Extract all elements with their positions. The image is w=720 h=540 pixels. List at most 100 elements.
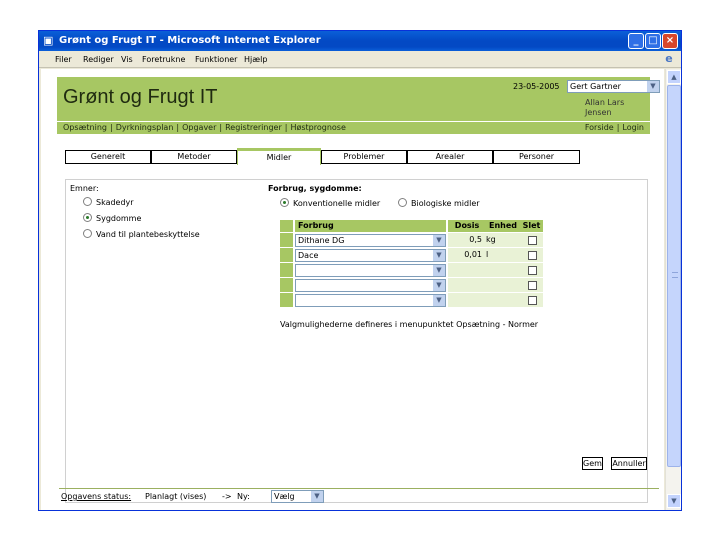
forbrug-option-biologiske[interactable]: Biologiske midler bbox=[398, 198, 480, 209]
dose-cell: 0,01 l bbox=[448, 248, 543, 263]
dose-cell bbox=[448, 293, 543, 308]
nav-registreringer[interactable]: Registreringer bbox=[225, 123, 282, 132]
unit-value: kg bbox=[486, 235, 496, 244]
delete-checkbox[interactable] bbox=[528, 266, 537, 275]
nav-separator: | bbox=[284, 123, 288, 132]
row-marker bbox=[280, 233, 293, 248]
chevron-down-icon[interactable]: ▼ bbox=[433, 295, 445, 306]
chevron-down-icon[interactable]: ▼ bbox=[433, 280, 445, 291]
emner-option-vand[interactable]: Vand til plantebeskyttelse bbox=[83, 229, 200, 240]
product-select[interactable]: ▼ bbox=[295, 279, 446, 292]
nav-forside[interactable]: Forside bbox=[585, 123, 614, 132]
dose-value: 0,5 bbox=[469, 235, 482, 244]
menu-bar: Filer Rediger Vis Foretrukne Funktioner … bbox=[39, 51, 681, 68]
product-select[interactable]: ▼ bbox=[295, 264, 446, 277]
delete-checkbox[interactable] bbox=[528, 296, 537, 305]
radio-biologiske[interactable] bbox=[398, 198, 407, 207]
cancel-button[interactable]: Annuller bbox=[611, 457, 647, 470]
tab-midler[interactable]: Midler bbox=[237, 148, 321, 165]
product-select[interactable]: Dithane DG ▼ bbox=[295, 234, 446, 247]
current-date: 23-05-2005 bbox=[513, 82, 560, 91]
grid-header-marker bbox=[280, 220, 293, 232]
tab-problemer[interactable]: Problemer bbox=[321, 150, 407, 164]
user-select-value: Gert Gartner bbox=[570, 82, 621, 91]
nav-hostprognose[interactable]: Høstprognose bbox=[290, 123, 345, 132]
nav-login[interactable]: Login bbox=[622, 123, 644, 132]
chevron-down-icon[interactable]: ▼ bbox=[647, 81, 659, 92]
nav-separator: | bbox=[616, 123, 620, 132]
table-row: ▼ bbox=[280, 293, 543, 308]
title-bar: ▣ Grønt og Frugt IT - Microsoft Internet… bbox=[39, 31, 681, 51]
menu-filer[interactable]: Filer bbox=[55, 54, 72, 65]
menu-rediger[interactable]: Rediger bbox=[83, 54, 114, 65]
status-label: Opgavens status: bbox=[61, 492, 132, 501]
chevron-down-icon[interactable]: ▼ bbox=[311, 491, 323, 502]
dose-cell bbox=[448, 263, 543, 278]
chevron-down-icon[interactable]: ▼ bbox=[433, 235, 445, 246]
chevron-down-icon[interactable]: ▼ bbox=[433, 250, 445, 261]
site-title: Grønt og Frugt IT bbox=[63, 86, 218, 108]
table-row: ▼ bbox=[280, 278, 543, 293]
user-select[interactable]: Gert Gartner ▼ bbox=[567, 80, 660, 93]
dose-cell: 0,5 kg bbox=[448, 233, 543, 248]
help-text: Valgmulighederne defineres i menupunktet… bbox=[280, 320, 539, 329]
menu-funktioner[interactable]: Funktioner bbox=[195, 54, 237, 65]
menu-vis[interactable]: Vis bbox=[121, 54, 133, 65]
delete-checkbox[interactable] bbox=[528, 281, 537, 290]
window-title: Grønt og Frugt IT - Microsoft Internet E… bbox=[59, 35, 321, 46]
radio-konventionelle[interactable] bbox=[280, 198, 289, 207]
forbrug-option-konventionelle[interactable]: Konventionelle midler bbox=[280, 198, 380, 209]
nav-opsaetning[interactable]: Opsætning bbox=[63, 123, 107, 132]
scroll-thumb[interactable] bbox=[667, 85, 681, 467]
tab-metoder[interactable]: Metoder bbox=[151, 150, 237, 164]
nav-separator: | bbox=[219, 123, 223, 132]
scroll-down-icon[interactable]: ▼ bbox=[667, 494, 681, 508]
maximize-button[interactable]: □ bbox=[645, 33, 661, 49]
menu-foretrukne[interactable]: Foretrukne bbox=[142, 54, 185, 65]
nav-right: Forside | Login bbox=[585, 123, 644, 133]
row-marker bbox=[280, 293, 293, 308]
menu-hjaelp[interactable]: Hjælp bbox=[244, 54, 267, 65]
radio-vand[interactable] bbox=[83, 229, 92, 238]
table-row: ▼ bbox=[280, 263, 543, 278]
nav-separator: | bbox=[109, 123, 113, 132]
nav-left: Opsætning | Dyrkningsplan | Opgaver | Registre… bbox=[63, 123, 346, 133]
forbrug-label: Forbrug, sygdomme: bbox=[268, 184, 362, 193]
radio-sygdomme[interactable] bbox=[83, 213, 92, 222]
grip-icon bbox=[672, 272, 678, 278]
minimize-button[interactable]: _ bbox=[628, 33, 644, 49]
row-marker bbox=[280, 278, 293, 293]
nav-bar: Opsætning | Dyrkningsplan | Opgaver | Registre… bbox=[57, 121, 650, 134]
radio-skadedyr[interactable] bbox=[83, 197, 92, 206]
table-row: Dithane DG ▼ 0,5 kg bbox=[280, 233, 543, 248]
grid-header-enhed: Enhed bbox=[486, 220, 520, 232]
delete-checkbox[interactable] bbox=[528, 236, 537, 245]
product-select[interactable]: Dace ▼ bbox=[295, 249, 446, 262]
delete-checkbox[interactable] bbox=[528, 251, 537, 260]
ie-page-icon: ▣ bbox=[43, 34, 54, 47]
page-viewport: Grønt og Frugt IT 23-05-2005 Gert Gartne… bbox=[41, 69, 664, 510]
status-arrow: -> bbox=[222, 492, 232, 501]
vertical-scrollbar[interactable]: ▲ ▼ bbox=[665, 69, 681, 510]
emner-option-skadedyr[interactable]: Skadedyr bbox=[83, 197, 134, 208]
scroll-up-icon[interactable]: ▲ bbox=[667, 70, 681, 84]
close-button[interactable]: × bbox=[662, 33, 678, 49]
nav-dyrkningsplan[interactable]: Dyrkningsplan bbox=[116, 123, 174, 132]
status-next-label: Ny: bbox=[237, 492, 250, 501]
chevron-down-icon[interactable]: ▼ bbox=[433, 265, 445, 276]
tab-personer[interactable]: Personer bbox=[493, 150, 580, 164]
task-status-row: Opgavens status: Planlagt (vises) -> Ny:… bbox=[59, 488, 659, 503]
content-panel: Emner: Skadedyr Sygdomme Vand til plante… bbox=[65, 179, 648, 503]
emner-option-sygdomme[interactable]: Sygdomme bbox=[83, 213, 141, 224]
tab-arealer[interactable]: Arealer bbox=[407, 150, 493, 164]
grid-header-forbrug: Forbrug bbox=[295, 220, 446, 232]
save-button[interactable]: Gem bbox=[582, 457, 603, 470]
unit-value: l bbox=[486, 250, 489, 259]
nav-opgaver[interactable]: Opgaver bbox=[182, 123, 216, 132]
product-select[interactable]: ▼ bbox=[295, 294, 446, 307]
grid-header-slet: Slet bbox=[520, 220, 543, 232]
emner-label: Emner: bbox=[70, 184, 99, 193]
status-select[interactable]: Vælg ▼ bbox=[271, 490, 324, 503]
tab-generelt[interactable]: Generelt bbox=[65, 150, 151, 164]
user-fullname: Allan Lars Jensen bbox=[585, 98, 625, 117]
